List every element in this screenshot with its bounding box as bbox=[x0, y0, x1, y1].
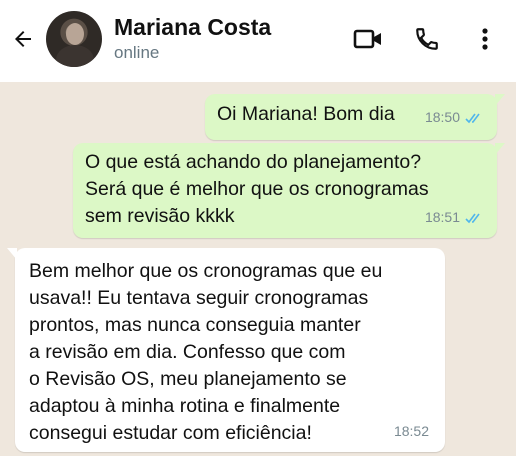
avatar[interactable] bbox=[46, 11, 102, 67]
chat-area: Oi Mariana! Bom dia 18:50 O que está ach… bbox=[0, 82, 516, 456]
arrow-left-icon[interactable] bbox=[8, 24, 38, 54]
more-vertical-icon[interactable] bbox=[474, 22, 496, 56]
message-time: 18:52 bbox=[393, 423, 429, 439]
message-time: 18:51 bbox=[424, 209, 460, 225]
message-text: Oi Mariana! Bom dia bbox=[217, 103, 395, 125]
message-text: Bem melhor que os cronogramas que eu usa… bbox=[29, 260, 383, 444]
message-bubble-outgoing[interactable]: Oi Mariana! Bom dia 18:50 bbox=[205, 94, 505, 140]
contact-name[interactable]: Mariana Costa bbox=[114, 14, 271, 41]
message-time: 18:50 bbox=[424, 109, 460, 125]
phone-icon[interactable] bbox=[410, 22, 444, 56]
message-bubble-incoming[interactable]: Bem melhor que os cronogramas que eu usa… bbox=[7, 248, 445, 452]
video-camera-icon[interactable] bbox=[350, 24, 386, 54]
double-check-icon bbox=[465, 113, 480, 123]
chat-header: Mariana Costa online bbox=[0, 0, 516, 82]
message-bubble-outgoing[interactable]: O que está achando do planejamento? Será… bbox=[73, 143, 505, 238]
contact-status: online bbox=[114, 43, 160, 62]
double-check-icon bbox=[465, 213, 480, 223]
